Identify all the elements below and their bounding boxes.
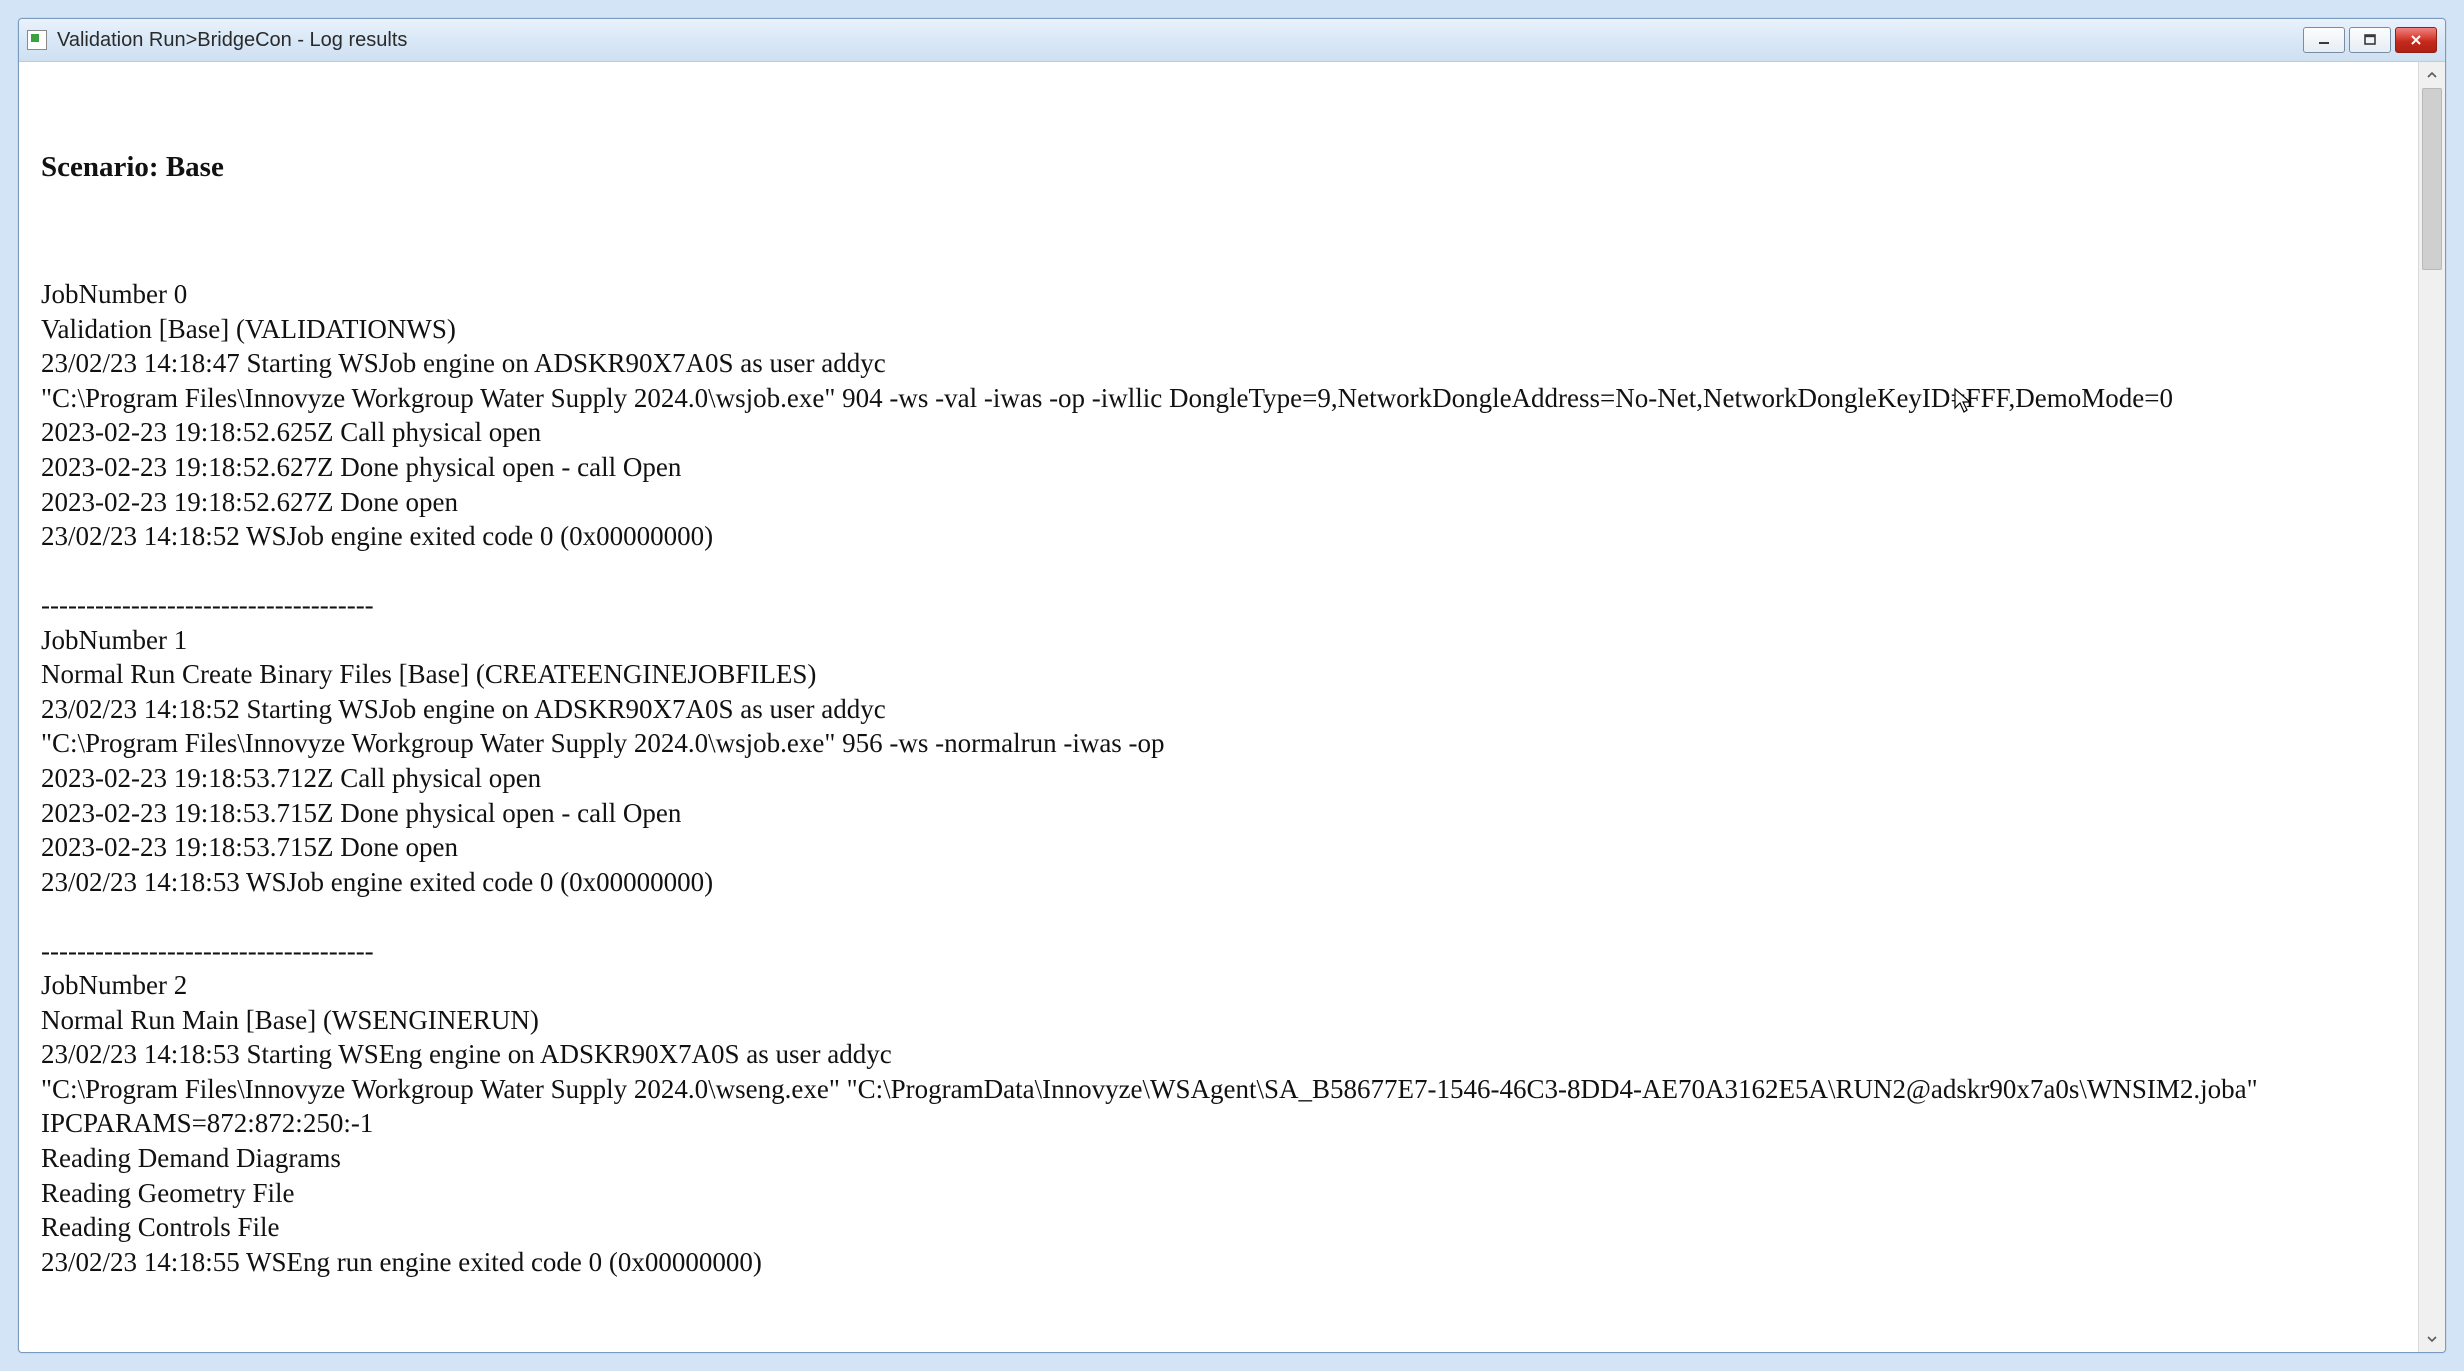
minimize-icon: [2317, 33, 2331, 47]
scroll-thumb[interactable]: [2422, 88, 2442, 270]
log-line: Validation [Base] (VALIDATIONWS): [41, 312, 2396, 347]
log-line: -------------------------------------: [41, 588, 2396, 623]
log-line: Normal Run Create Binary Files [Base] (C…: [41, 657, 2396, 692]
log-line: 2023-02-23 19:18:53.712Z Call physical o…: [41, 761, 2396, 796]
log-line: 2023-02-23 19:18:53.715Z Done physical o…: [41, 796, 2396, 831]
log-line: 2023-02-23 19:18:52.627Z Done physical o…: [41, 450, 2396, 485]
log-line: 23/02/23 14:18:47 Starting WSJob engine …: [41, 346, 2396, 381]
log-line: 23/02/23 14:18:53 WSJob engine exited co…: [41, 865, 2396, 900]
scenario-heading: Scenario: Base: [41, 149, 2396, 186]
content-area: Scenario: Base JobNumber 0Validation [Ba…: [19, 62, 2445, 1352]
log-line: [41, 554, 2396, 589]
log-line: Reading Geometry File: [41, 1176, 2396, 1211]
log-text-area[interactable]: Scenario: Base JobNumber 0Validation [Ba…: [19, 62, 2418, 1352]
log-line: Reading Demand Diagrams: [41, 1141, 2396, 1176]
log-line: 2023-02-23 19:18:52.625Z Call physical o…: [41, 415, 2396, 450]
log-line: JobNumber 0: [41, 277, 2396, 312]
scroll-up-arrow-icon[interactable]: [2419, 62, 2445, 88]
log-line: Reading Controls File: [41, 1210, 2396, 1245]
log-line: Normal Run Main [Base] (WSENGINERUN): [41, 1003, 2396, 1038]
log-line: "C:\Program Files\Innovyze Workgroup Wat…: [41, 726, 2396, 761]
log-line: JobNumber 1: [41, 623, 2396, 658]
close-icon: [2409, 33, 2423, 47]
app-window: Validation Run>BridgeCon - Log results: [18, 18, 2446, 1353]
titlebar[interactable]: Validation Run>BridgeCon - Log results: [19, 19, 2445, 62]
log-lines: JobNumber 0Validation [Base] (VALIDATION…: [41, 277, 2396, 1279]
log-line: 23/02/23 14:18:53 Starting WSEng engine …: [41, 1037, 2396, 1072]
vertical-scrollbar[interactable]: [2418, 62, 2445, 1352]
log-line: -------------------------------------: [41, 934, 2396, 969]
log-line: "C:\Program Files\Innovyze Workgroup Wat…: [41, 1072, 2396, 1141]
log-line: 23/02/23 14:18:52 WSJob engine exited co…: [41, 519, 2396, 554]
maximize-icon: [2363, 33, 2377, 47]
maximize-button[interactable]: [2349, 27, 2391, 53]
log-line: JobNumber 2: [41, 968, 2396, 1003]
minimize-button[interactable]: [2303, 27, 2345, 53]
window-controls: [2303, 27, 2437, 53]
scroll-track[interactable]: [2419, 88, 2445, 1326]
log-line: 23/02/23 14:18:52 Starting WSJob engine …: [41, 692, 2396, 727]
log-line: [41, 899, 2396, 934]
close-button[interactable]: [2395, 27, 2437, 53]
log-line: 2023-02-23 19:18:52.627Z Done open: [41, 485, 2396, 520]
log-line: 2023-02-23 19:18:53.715Z Done open: [41, 830, 2396, 865]
app-icon: [27, 30, 47, 50]
window-title: Validation Run>BridgeCon - Log results: [57, 29, 2303, 52]
scroll-down-arrow-icon[interactable]: [2419, 1326, 2445, 1352]
log-line: "C:\Program Files\Innovyze Workgroup Wat…: [41, 381, 2396, 416]
log-line: 23/02/23 14:18:55 WSEng run engine exite…: [41, 1245, 2396, 1280]
